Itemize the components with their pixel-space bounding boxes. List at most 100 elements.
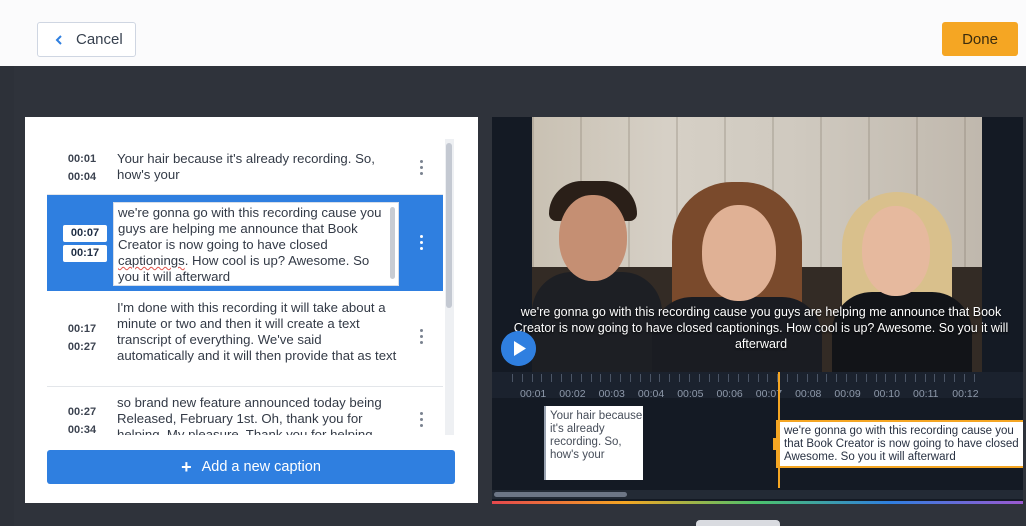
caption-text: so brand new feature announced today bei…	[117, 395, 382, 435]
timeline-tick	[728, 374, 730, 382]
timeline-tick	[973, 374, 975, 382]
color-strip	[492, 501, 1023, 504]
timeline-tick-label: 00:09	[834, 388, 861, 400]
more-options-icon[interactable]	[416, 235, 426, 253]
timeline-tick	[787, 374, 789, 382]
timeline-tick	[944, 374, 946, 382]
timeline-tick-label: 00:04	[637, 388, 665, 400]
caption-list-scrollbar[interactable]	[445, 139, 454, 435]
caption-item[interactable]: 00:27 00:34 so brand new feature announc…	[47, 387, 443, 435]
caption-end: 00:04	[67, 171, 97, 183]
caption-end: 00:27	[67, 341, 97, 353]
timeline-tick-label: 00:06	[716, 388, 743, 400]
timeline-tick	[757, 374, 759, 382]
timeline-caption-clip-active[interactable]: we're gonna go with this recording cause…	[773, 420, 1023, 468]
more-options-icon[interactable]	[416, 412, 426, 430]
caption-edit-text[interactable]: we're gonna go with this recording cause…	[118, 205, 386, 285]
top-bar: Cancel Done	[0, 0, 1026, 66]
scrollbar-thumb[interactable]	[494, 492, 627, 497]
timeline-tick	[836, 374, 838, 382]
add-caption-label: Add a new caption	[201, 459, 321, 475]
timeline-tick	[580, 374, 582, 382]
timeline-tick	[561, 374, 563, 382]
caption-item-active[interactable]: 00:07 00:17 we're gonna go with this rec…	[47, 195, 443, 291]
timeline-tick-label: 00:12	[952, 388, 979, 400]
caption-text-part: we're gonna go with this recording cause…	[118, 205, 382, 252]
add-caption-button[interactable]: + Add a new caption	[47, 450, 455, 484]
timeline-tick	[698, 374, 700, 382]
caption-list[interactable]: 00:01 00:04 Your hair because it's alrea…	[47, 139, 443, 435]
clip-line: we're gonna go with this recording cause…	[784, 425, 1014, 437]
timeline-tick	[954, 374, 956, 382]
caption-times: 00:01 00:04	[59, 150, 105, 186]
caption-times: 00:27 00:34	[59, 403, 105, 435]
timeline-tick-label: 00:08	[795, 388, 822, 400]
caption-start: 00:17	[67, 323, 97, 335]
clip-line: that Book Creator is now going to have c…	[784, 438, 1019, 450]
more-options-icon[interactable]	[416, 329, 426, 347]
timeline-tick	[718, 374, 720, 382]
timeline-tick	[639, 374, 641, 382]
timeline-tick	[629, 374, 631, 382]
caption-text: I'm done with this recording it will tak…	[117, 300, 397, 363]
more-options-icon[interactable]	[416, 160, 426, 178]
timeline-tick	[679, 374, 681, 382]
video-subtitle: we're gonna go with this recording cause…	[513, 305, 1009, 351]
timeline-scrollbar[interactable]	[492, 490, 1023, 499]
timeline-tick	[541, 374, 543, 382]
caption-start: 00:01	[67, 153, 97, 165]
timeline-tick	[590, 374, 592, 382]
timeline-tick	[963, 374, 965, 382]
timeline-tick	[826, 374, 828, 382]
timeline-tick	[747, 374, 749, 382]
timeline-tick	[865, 374, 867, 382]
timeline-tick	[816, 374, 818, 382]
misspelled-word: captionings	[118, 253, 185, 268]
cancel-label: Cancel	[76, 31, 123, 48]
timeline-tick	[551, 374, 553, 382]
timeline-tick	[895, 374, 897, 382]
timeline-tick	[855, 374, 857, 382]
done-button[interactable]: Done	[942, 22, 1018, 56]
timeline-tick	[610, 374, 612, 382]
caption-times: 00:17 00:27	[59, 320, 105, 356]
timeline-tick	[875, 374, 877, 382]
caption-timeline[interactable]: 00:01 00:02 00:03 00:04 00:05 00:06 00:07 00:08…	[492, 372, 1023, 501]
timeline-tick-label: 00:05	[677, 388, 704, 400]
timeline-tick	[512, 374, 513, 382]
timeline-tick	[767, 374, 769, 382]
bottom-tab-handle[interactable]	[696, 520, 780, 526]
timeline-tick	[688, 374, 690, 382]
timeline-tick	[570, 374, 572, 382]
caption-item[interactable]: 00:17 00:27 I'm done with this recording…	[47, 291, 443, 387]
timeline-tick	[669, 374, 671, 382]
timeline-tick	[914, 374, 916, 382]
play-icon[interactable]	[501, 331, 536, 366]
timeline-tick	[600, 374, 602, 382]
timeline-tick	[659, 374, 661, 382]
caption-text: Your hair because it's already recording…	[117, 151, 375, 182]
clip-resize-handle[interactable]	[773, 438, 777, 450]
timeline-tick	[885, 374, 887, 382]
plus-icon: +	[181, 456, 192, 477]
caption-item[interactable]: 00:01 00:04 Your hair because it's alrea…	[47, 139, 443, 195]
timeline-tick	[846, 374, 848, 382]
timeline-tick	[531, 374, 533, 382]
caption-text-editor[interactable]: we're gonna go with this recording cause…	[113, 202, 399, 286]
timeline-caption-clip[interactable]: Your hair because it's already recording…	[544, 406, 643, 480]
caption-start-field[interactable]: 00:07	[63, 225, 107, 242]
caption-end-field[interactable]: 00:17	[63, 245, 107, 262]
timeline-tick	[806, 374, 808, 382]
cancel-button[interactable]: Cancel	[37, 22, 136, 57]
timeline-tick	[924, 374, 926, 382]
timeline-tick	[649, 374, 651, 382]
scrollbar-thumb[interactable]	[446, 143, 452, 308]
clip-line: Awesome. So you it will afterward	[784, 451, 956, 463]
chevron-left-icon	[55, 34, 62, 45]
timeline-tick-label: 00:10	[873, 388, 900, 400]
timeline-tick	[737, 374, 739, 382]
timeline-tick	[905, 374, 906, 382]
timeline-tick	[796, 374, 798, 382]
editor-scrollbar[interactable]	[390, 207, 395, 279]
timeline-playhead[interactable]	[778, 372, 780, 488]
